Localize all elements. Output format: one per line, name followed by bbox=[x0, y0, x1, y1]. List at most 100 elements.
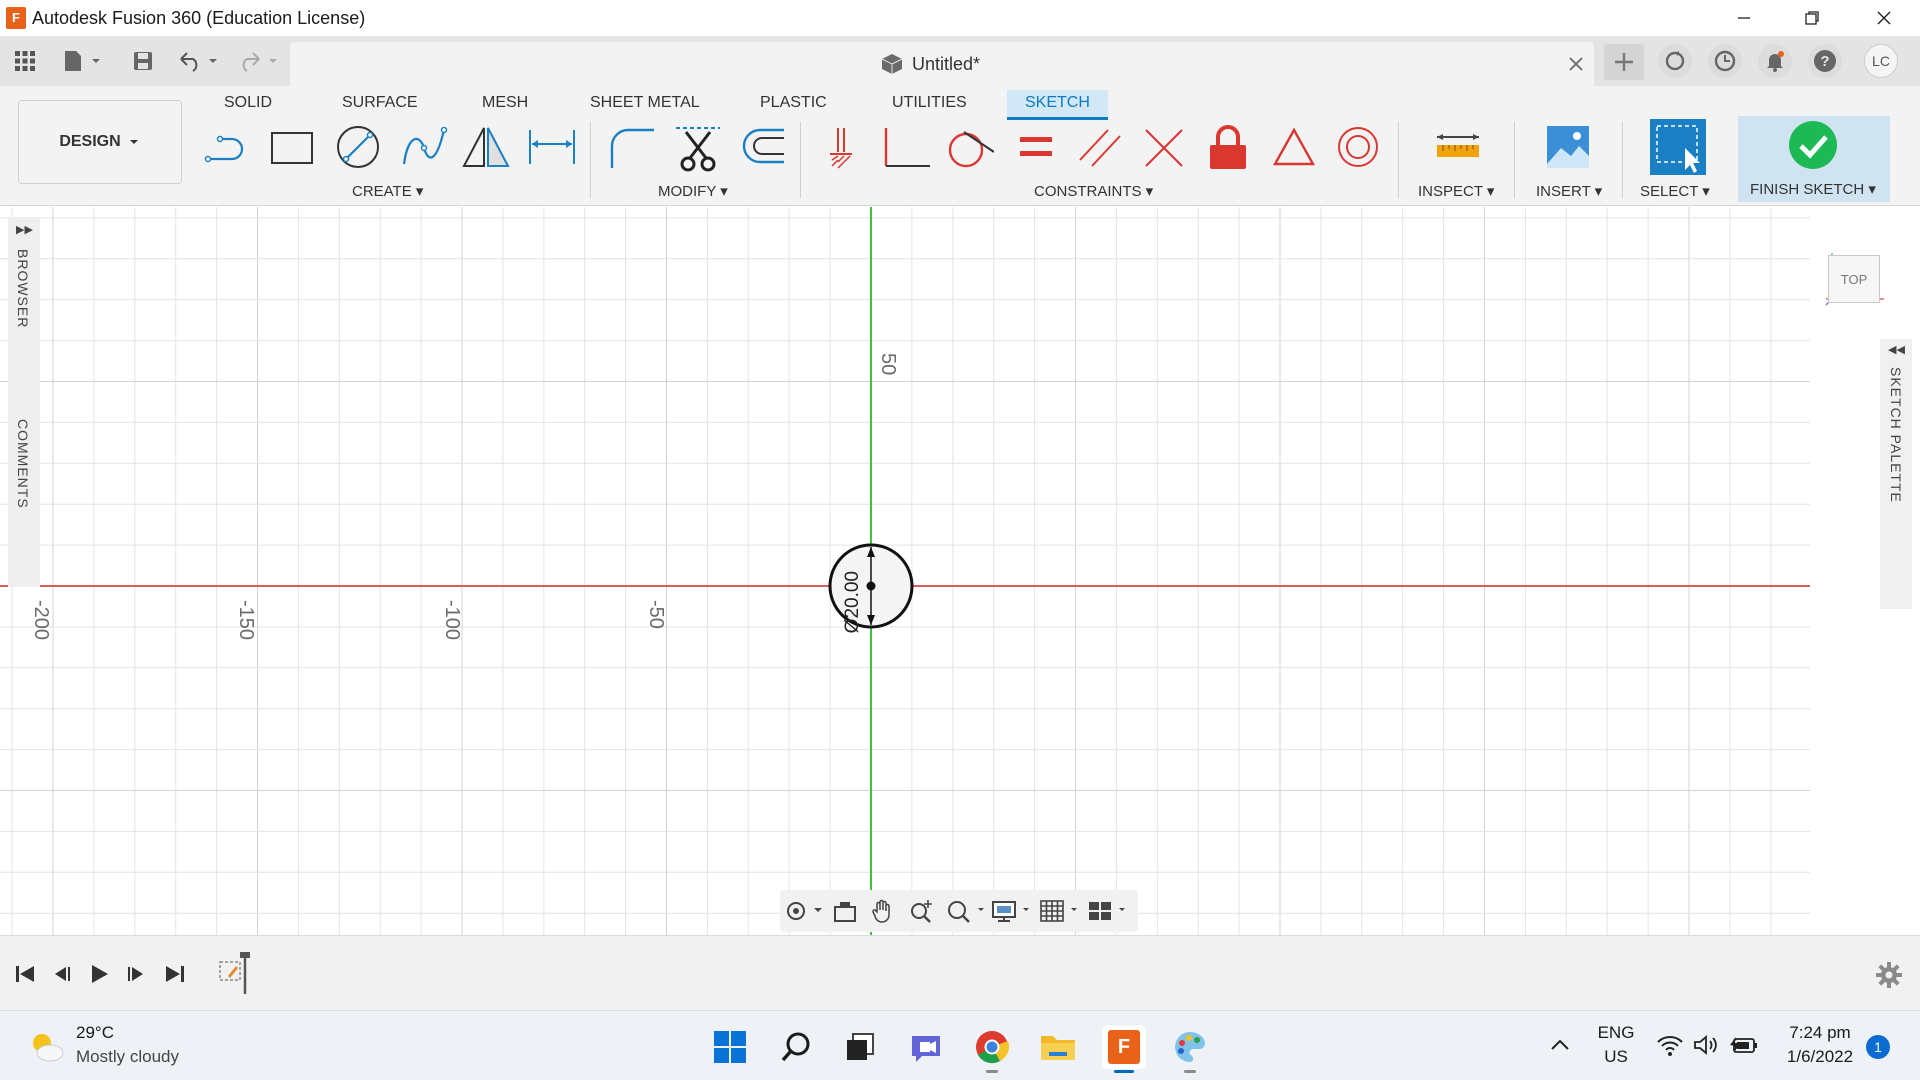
region-indicator[interactable]: US bbox=[1596, 1047, 1636, 1067]
equal-constraint[interactable] bbox=[1008, 120, 1064, 174]
view-cube[interactable]: TOP bbox=[1822, 249, 1888, 309]
redo-button[interactable] bbox=[236, 46, 282, 76]
trim-tool[interactable] bbox=[670, 120, 726, 174]
modify-menu[interactable]: MODIFY ▾ bbox=[658, 182, 728, 200]
timeline-sketch-feature[interactable] bbox=[216, 950, 260, 996]
file-explorer-button[interactable] bbox=[1036, 1025, 1080, 1069]
help-button[interactable]: ? bbox=[1808, 44, 1842, 78]
look-at-button[interactable] bbox=[830, 898, 860, 924]
search-button[interactable] bbox=[774, 1025, 818, 1069]
app-grid-button[interactable] bbox=[10, 46, 40, 76]
save-button[interactable] bbox=[128, 46, 158, 76]
fillet-tool[interactable] bbox=[604, 120, 660, 174]
circle-diameter-dimension[interactable]: Ø20.00 bbox=[842, 571, 864, 633]
clock-date[interactable]: 1/6/2022 bbox=[1778, 1047, 1862, 1067]
tab-sketch[interactable]: SKETCH bbox=[1007, 90, 1108, 120]
create-menu[interactable]: CREATE ▾ bbox=[352, 182, 423, 200]
close-window-button[interactable] bbox=[1850, 0, 1918, 36]
show-hidden-icons-button[interactable] bbox=[1548, 1033, 1578, 1059]
circle-tool[interactable] bbox=[330, 120, 386, 174]
restore-button[interactable] bbox=[1778, 0, 1846, 36]
language-indicator[interactable]: ENG bbox=[1596, 1023, 1636, 1043]
constraints-menu[interactable]: CONSTRAINTS ▾ bbox=[1034, 182, 1153, 200]
tab-plastic[interactable]: PLASTIC bbox=[742, 90, 845, 120]
pan-button[interactable] bbox=[868, 898, 898, 924]
offset-tool[interactable] bbox=[734, 120, 790, 174]
battery-button[interactable] bbox=[1728, 1033, 1758, 1059]
wifi-button[interactable] bbox=[1656, 1033, 1686, 1059]
tab-surface[interactable]: SURFACE bbox=[324, 90, 436, 120]
volume-button[interactable] bbox=[1692, 1033, 1722, 1059]
grid-settings-button[interactable] bbox=[1038, 898, 1082, 924]
perpendicular-constraint[interactable] bbox=[878, 120, 934, 174]
dimension-tool[interactable] bbox=[524, 120, 580, 174]
chrome-button[interactable] bbox=[970, 1025, 1014, 1073]
document-tab[interactable]: Untitled* bbox=[290, 42, 1594, 86]
minimize-button[interactable] bbox=[1710, 0, 1778, 36]
zoom-button[interactable] bbox=[906, 898, 936, 924]
new-tab-button[interactable] bbox=[1604, 44, 1644, 80]
step-forward-button[interactable] bbox=[122, 960, 152, 988]
select-tool[interactable] bbox=[1648, 119, 1708, 175]
file-menu-button[interactable] bbox=[60, 46, 104, 76]
fusion-taskbar-button[interactable]: F bbox=[1102, 1025, 1146, 1073]
notification-count-badge[interactable]: 1 bbox=[1866, 1035, 1890, 1059]
job-status-button[interactable] bbox=[1708, 44, 1742, 78]
fix-constraint[interactable] bbox=[1200, 120, 1256, 174]
inspect-menu[interactable]: INSPECT ▾ bbox=[1418, 182, 1494, 200]
concentric-constraint[interactable] bbox=[1330, 120, 1386, 174]
document-tab-bar: Untitled* ? LC bbox=[0, 36, 1920, 86]
step-back-button[interactable] bbox=[46, 960, 76, 988]
weather-temperature[interactable]: 29°C bbox=[76, 1023, 114, 1043]
play-button[interactable] bbox=[84, 960, 114, 988]
tab-solid[interactable]: SOLID bbox=[206, 90, 290, 120]
start-button[interactable] bbox=[708, 1025, 752, 1069]
close-tab-button[interactable] bbox=[1566, 54, 1586, 74]
display-settings-button[interactable] bbox=[990, 898, 1034, 924]
comments-label[interactable]: COMMENTS bbox=[15, 419, 31, 509]
viewports-button[interactable] bbox=[1086, 898, 1130, 924]
task-view-button[interactable] bbox=[838, 1025, 882, 1069]
tab-mesh[interactable]: MESH bbox=[464, 90, 546, 120]
sketch-canvas[interactable]: -200 -150 -100 -50 50 Ø20.00 ▶▶ BROWSER … bbox=[0, 207, 1920, 935]
tab-utilities[interactable]: UTILITIES bbox=[874, 90, 985, 120]
user-avatar[interactable]: LC bbox=[1864, 44, 1898, 78]
line-tool[interactable] bbox=[200, 120, 256, 174]
coincident-constraint[interactable] bbox=[814, 120, 870, 174]
finish-sketch-menu[interactable]: FINISH SKETCH ▾ bbox=[1750, 180, 1876, 198]
finish-sketch-label: FINISH SKETCH bbox=[1750, 181, 1865, 198]
paint-button[interactable] bbox=[1168, 1025, 1212, 1073]
insert-image-tool[interactable] bbox=[1540, 120, 1596, 174]
workspace-selector[interactable]: DESIGN bbox=[18, 100, 182, 184]
rectangle-tool[interactable] bbox=[264, 120, 320, 174]
midpoint-constraint[interactable] bbox=[1266, 120, 1322, 174]
clock-time[interactable]: 7:24 pm bbox=[1778, 1023, 1862, 1043]
separator bbox=[590, 122, 591, 198]
notifications-button[interactable] bbox=[1758, 44, 1792, 78]
undo-button[interactable] bbox=[176, 46, 222, 76]
sketch-palette-collapsed[interactable]: ◀◀ SKETCH PALETTE bbox=[1880, 339, 1912, 609]
collinear-constraint[interactable] bbox=[1136, 120, 1192, 174]
tangent-constraint[interactable] bbox=[940, 120, 996, 174]
go-to-end-button[interactable] bbox=[160, 960, 190, 988]
speaker-icon bbox=[1694, 1035, 1717, 1055]
weather-description[interactable]: Mostly cloudy bbox=[76, 1047, 179, 1067]
insert-menu[interactable]: INSERT ▾ bbox=[1536, 182, 1602, 200]
weather-widget[interactable] bbox=[26, 1027, 66, 1067]
concentric-icon bbox=[1338, 127, 1378, 167]
mirror-tool[interactable] bbox=[458, 120, 514, 174]
go-to-start-button[interactable] bbox=[10, 960, 40, 988]
timeline-settings-button[interactable] bbox=[1872, 958, 1906, 992]
extensions-button[interactable] bbox=[1658, 44, 1692, 78]
measure-tool[interactable] bbox=[1430, 120, 1486, 174]
parallel-constraint[interactable] bbox=[1072, 120, 1128, 174]
orbit-button[interactable] bbox=[784, 898, 824, 924]
browser-panel-collapsed[interactable]: ▶▶ BROWSER COMMENTS bbox=[8, 217, 40, 577]
select-menu[interactable]: SELECT ▾ bbox=[1640, 182, 1710, 200]
finish-sketch-button[interactable]: FINISH SKETCH ▾ bbox=[1738, 116, 1890, 202]
tab-sheet-metal[interactable]: SHEET METAL bbox=[572, 90, 718, 120]
fit-button[interactable] bbox=[944, 898, 988, 924]
teams-chat-button[interactable] bbox=[904, 1025, 948, 1069]
spline-tool[interactable] bbox=[396, 120, 452, 174]
view-cube-face[interactable]: TOP bbox=[1828, 255, 1880, 303]
